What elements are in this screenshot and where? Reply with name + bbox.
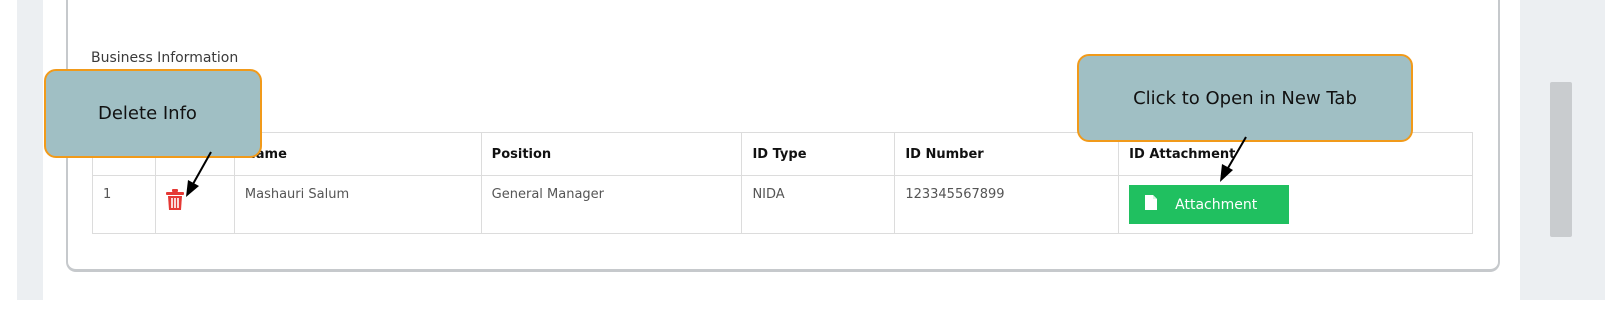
callout-arrows [186,136,1247,197]
page: Business Information # Name Position ID … [0,0,1605,318]
delete-callout-arrow [186,151,212,197]
open-callout-arrow [1220,136,1247,182]
